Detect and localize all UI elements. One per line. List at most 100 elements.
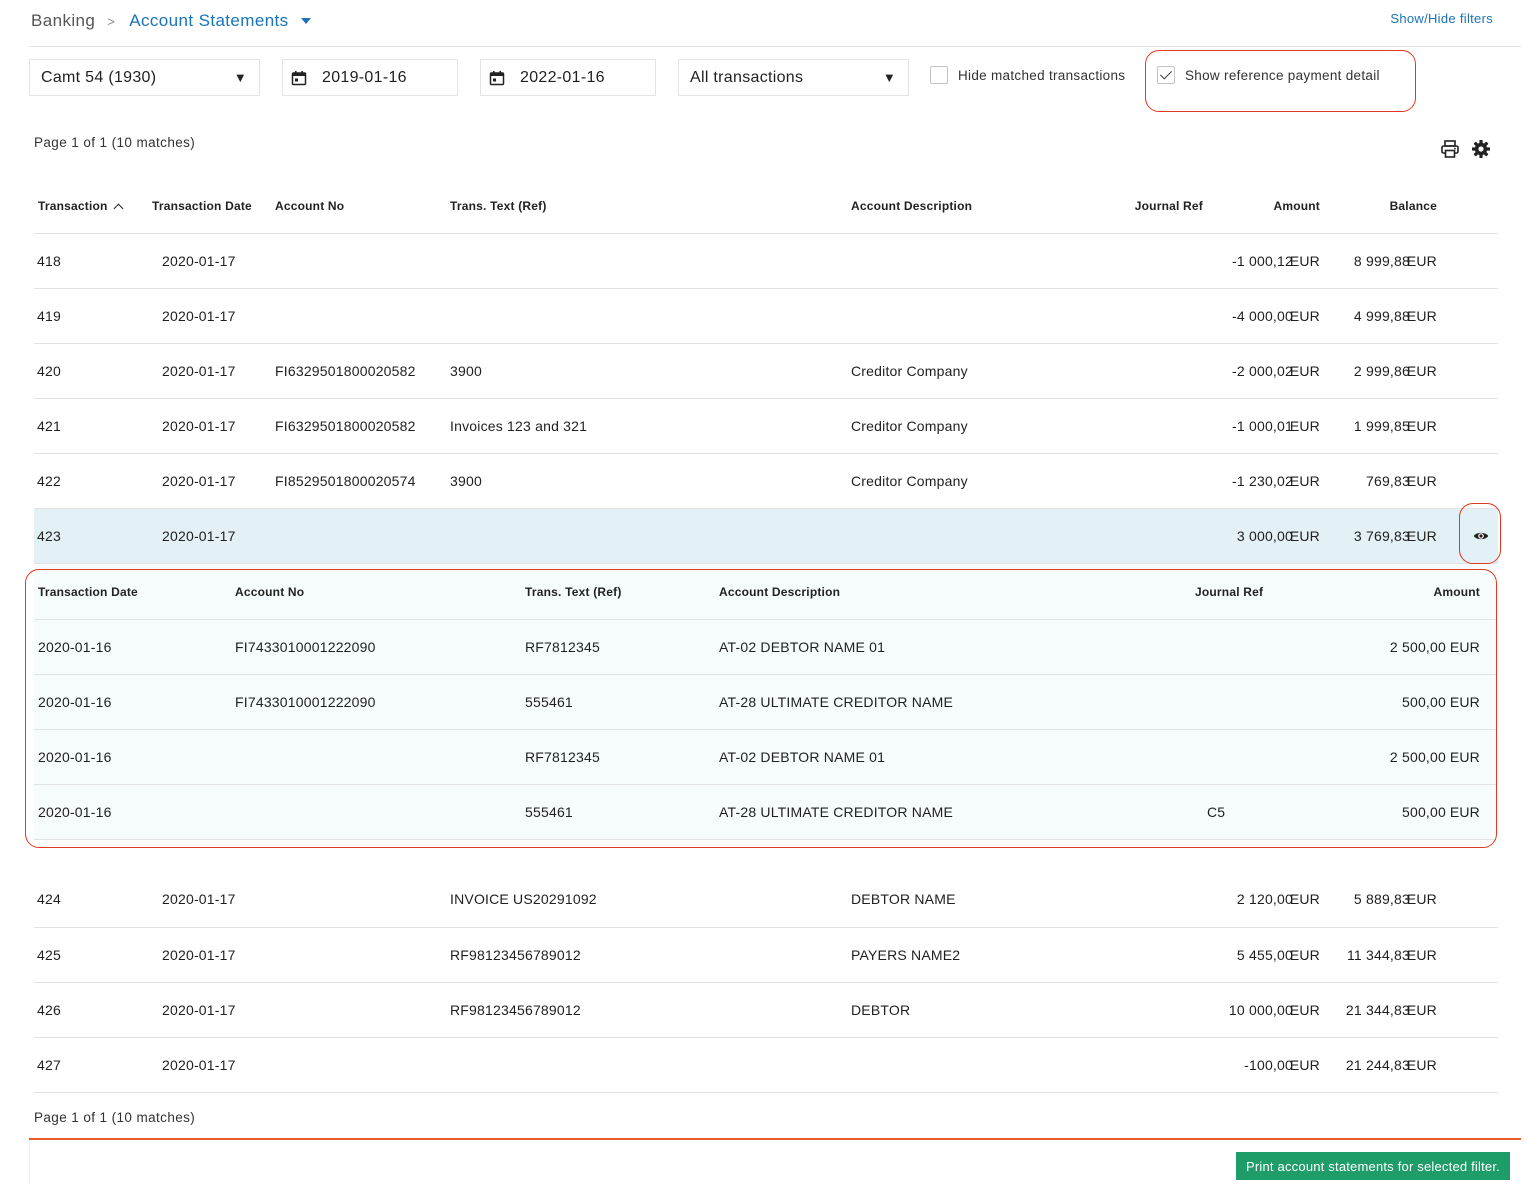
gear-icon[interactable]: [1471, 139, 1491, 159]
cell-balance-currency: EUR: [1406, 1057, 1437, 1073]
cell-amount: 3 000,00: [1236, 528, 1293, 544]
detail-row: 2020-01-16 555461 AT-28 ULTIMATE CREDITO…: [34, 785, 1496, 840]
detail-cell-description: AT-28 ULTIMATE CREDITOR NAME: [719, 694, 954, 710]
cell-balance: 11 344,83: [1346, 947, 1410, 963]
account-select-value: Camt 54 (1930): [41, 68, 157, 86]
cell-balance: 21 344,83: [1345, 1002, 1410, 1018]
cell-transaction: 426: [37, 1002, 61, 1018]
detail-cell-date: 2020-01-16: [38, 639, 112, 655]
detail-header-account: Account No: [235, 584, 305, 599]
show-hide-filters-link[interactable]: Show/Hide filters: [1390, 11, 1493, 26]
transaction-type-select[interactable]: All transactions ▼: [678, 59, 909, 96]
cell-date: 2020-01-17: [162, 363, 236, 379]
header-transaction: Transaction: [38, 199, 108, 213]
date-to-value: 2022-01-16: [520, 68, 605, 86]
header-account-no[interactable]: Account No: [275, 179, 344, 233]
cell-amount: -100,00: [1244, 1057, 1293, 1073]
cell-text: INVOICE US20291092: [450, 891, 597, 907]
cell-amount-currency: EUR: [1289, 308, 1320, 324]
detail-header-date: Transaction Date: [38, 584, 138, 599]
detail-header-amount: Amount: [1433, 584, 1480, 599]
cell-transaction: 422: [37, 473, 61, 489]
cell-balance-currency: EUR: [1406, 253, 1437, 269]
cell-transaction: 427: [37, 1057, 61, 1073]
cell-balance: 2 999,86: [1353, 363, 1410, 379]
breadcrumb-current-dropdown[interactable]: Account Statements: [129, 11, 288, 31]
cell-transaction: 418: [37, 253, 61, 269]
cell-amount-currency: EUR: [1289, 418, 1320, 434]
table-row[interactable]: 421 2020-01-17 FI6329501800020582 Invoic…: [34, 399, 1498, 454]
cell-account: FI8529501800020574: [275, 473, 416, 489]
header-divider: [29, 46, 1521, 47]
detail-row: 2020-01-16 FI7433010001222090 555461 AT-…: [34, 675, 1496, 730]
cell-balance-currency: EUR: [1406, 308, 1437, 324]
table-row[interactable]: 419 2020-01-17 -4 000,00 EUR 4 999,88 EU…: [34, 289, 1498, 344]
table-row[interactable]: 427 2020-01-17 -100,00 EUR 21 244,83 EUR: [34, 1038, 1498, 1093]
detail-cell-description: AT-02 DEBTOR NAME 01: [719, 749, 886, 765]
detail-cell-account: FI7433010001222090: [235, 694, 376, 710]
header-amount[interactable]: Amount: [1273, 179, 1320, 233]
cell-transaction: 420: [37, 363, 61, 379]
table-row[interactable]: 422 2020-01-17 FI8529501800020574 3900 C…: [34, 454, 1498, 509]
table-row[interactable]: 418 2020-01-17 -1 000,12 EUR 8 999,88 EU…: [34, 234, 1498, 289]
show-reference-checkbox[interactable]: Show reference payment detail: [1157, 66, 1380, 84]
cell-description: DEBTOR: [851, 1002, 911, 1018]
cell-amount: 5 455,00: [1236, 947, 1293, 963]
cell-transaction: 425: [37, 947, 61, 963]
cell-date: 2020-01-17: [162, 891, 236, 907]
header-journal-ref[interactable]: Journal Ref: [1135, 179, 1203, 233]
cell-amount-currency: EUR: [1289, 253, 1320, 269]
detail-cell-date: 2020-01-16: [38, 694, 112, 710]
hide-matched-box[interactable]: [930, 66, 948, 84]
show-reference-box[interactable]: [1157, 66, 1175, 84]
eye-icon[interactable]: [1473, 528, 1489, 544]
header-trans-text[interactable]: Trans. Text (Ref): [450, 179, 547, 233]
cell-balance: 21 244,83: [1345, 1057, 1410, 1073]
cell-date: 2020-01-17: [162, 308, 236, 324]
hide-matched-checkbox[interactable]: Hide matched transactions: [930, 66, 1125, 84]
chevron-down-icon[interactable]: [300, 18, 311, 24]
detail-header-description: Account Description: [719, 584, 841, 599]
cell-transaction: 419: [37, 308, 61, 324]
table-row[interactable]: 426 2020-01-17 RF98123456789012 DEBTOR 1…: [34, 983, 1498, 1038]
cell-description: DEBTOR NAME: [851, 891, 956, 907]
cell-amount-currency: EUR: [1289, 1002, 1320, 1018]
detail-header-journal: Journal Ref: [1195, 584, 1264, 599]
detail-header-row: Transaction Date Account No Trans. Text …: [34, 564, 1496, 620]
cell-text: RF98123456789012: [450, 947, 581, 963]
sort-transaction-header[interactable]: Transaction: [38, 179, 124, 233]
cell-amount: 10 000,00: [1228, 1002, 1293, 1018]
cell-transaction: 424: [37, 891, 61, 907]
table-row-selected[interactable]: 423 2020-01-17 3 000,00 EUR 3 769,83 EUR: [34, 509, 1498, 564]
sort-ascending-icon: [113, 203, 124, 213]
cell-date: 2020-01-17: [162, 1057, 236, 1073]
breadcrumb-root[interactable]: Banking: [31, 11, 95, 31]
page-info-bottom: Page 1 of 1 (10 matches): [34, 1110, 196, 1125]
print-statements-button[interactable]: Print account statements for selected fi…: [1236, 1152, 1510, 1180]
cell-balance: 1 999,85: [1353, 418, 1410, 434]
show-reference-label: Show reference payment detail: [1185, 67, 1380, 83]
header-balance[interactable]: Balance: [1390, 179, 1437, 233]
cell-balance: 8 999,88: [1353, 253, 1410, 269]
detail-cell-date: 2020-01-16: [38, 749, 112, 765]
table-row[interactable]: 420 2020-01-17 FI6329501800020582 3900 C…: [34, 344, 1498, 399]
date-from-field[interactable]: 2019-01-16: [282, 59, 458, 96]
header-account-description[interactable]: Account Description: [851, 179, 972, 233]
detail-cell-description: AT-02 DEBTOR NAME 01: [719, 639, 886, 655]
cell-date: 2020-01-17: [162, 947, 236, 963]
detail-cell-text: 555461: [525, 804, 573, 820]
detail-cell-amount-currency: EUR: [1449, 804, 1480, 820]
cell-amount-currency: EUR: [1289, 1057, 1320, 1073]
header-transaction-date[interactable]: Transaction Date: [152, 179, 252, 233]
table-row[interactable]: 424 2020-01-17 INVOICE US20291092 DEBTOR…: [34, 871, 1498, 928]
table-row[interactable]: 425 2020-01-17 RF98123456789012 PAYERS N…: [34, 928, 1498, 983]
cell-balance-currency: EUR: [1406, 363, 1437, 379]
account-select[interactable]: Camt 54 (1930) ▼: [29, 59, 260, 96]
print-icon[interactable]: [1440, 139, 1460, 159]
date-to-field[interactable]: 2022-01-16: [480, 59, 656, 96]
cell-date: 2020-01-17: [162, 418, 236, 434]
dropdown-arrow-icon: ▼: [233, 70, 247, 85]
detail-cell-amount-currency: EUR: [1449, 639, 1480, 655]
cell-balance-currency: EUR: [1406, 947, 1437, 963]
calendar-icon: [291, 70, 307, 86]
